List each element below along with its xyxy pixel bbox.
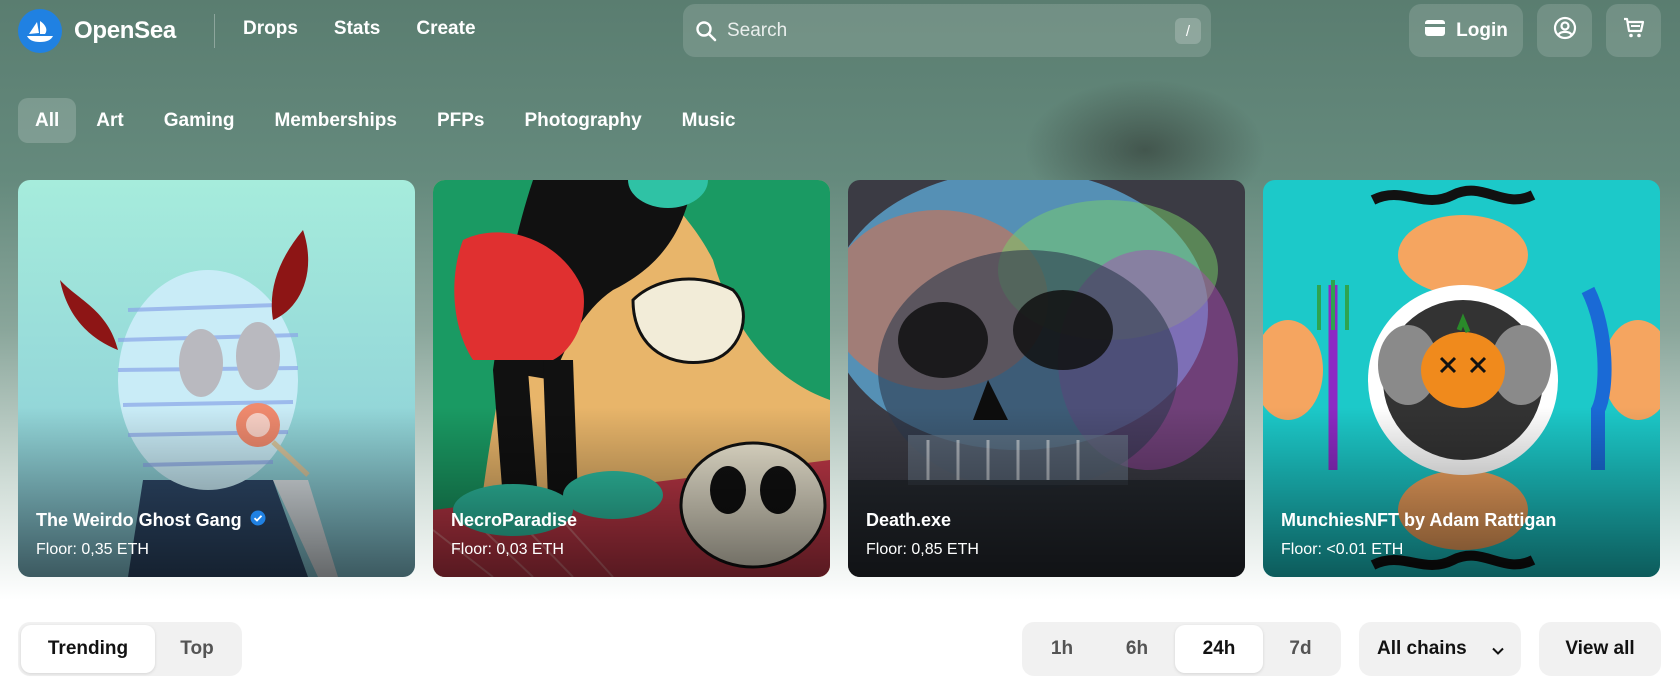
time-range-1h[interactable]: 1h bbox=[1025, 625, 1099, 673]
category-pfps[interactable]: PFPs bbox=[417, 98, 505, 143]
chevron-down-icon bbox=[1491, 642, 1505, 664]
category-gaming[interactable]: Gaming bbox=[144, 98, 255, 143]
floor-price: Floor: 0,85 ETH bbox=[866, 541, 979, 558]
account-button[interactable] bbox=[1537, 4, 1592, 57]
search-icon bbox=[695, 20, 717, 47]
nav-create[interactable]: Create bbox=[416, 18, 475, 40]
category-art[interactable]: Art bbox=[76, 98, 143, 143]
category-tabs: All Art Gaming Memberships PFPs Photogra… bbox=[18, 98, 756, 143]
category-memberships[interactable]: Memberships bbox=[254, 98, 416, 143]
cart-button[interactable] bbox=[1606, 4, 1661, 57]
time-range-6h[interactable]: 6h bbox=[1099, 625, 1175, 673]
time-range-24h[interactable]: 24h bbox=[1175, 625, 1263, 673]
chain-select[interactable]: All chains bbox=[1359, 622, 1521, 676]
login-label: Login bbox=[1456, 19, 1508, 41]
wallet-icon bbox=[1424, 19, 1446, 43]
login-button[interactable]: Login bbox=[1409, 4, 1523, 57]
search-input[interactable] bbox=[727, 4, 1147, 57]
header-divider bbox=[214, 14, 215, 48]
featured-card[interactable]: NecroParadise Floor: 0,03 ETH bbox=[433, 180, 830, 577]
chain-select-value: All chains bbox=[1377, 638, 1467, 659]
collection-name: The Weirdo Ghost Gang bbox=[36, 510, 242, 530]
tab-trending[interactable]: Trending bbox=[21, 625, 155, 673]
featured-card[interactable]: MunchiesNFT by Adam Rattigan Floor: <0.0… bbox=[1263, 180, 1660, 577]
time-range-tabs: 1h 6h 24h 7d bbox=[1022, 622, 1341, 676]
card-title: NecroParadise bbox=[451, 510, 577, 531]
cart-icon bbox=[1622, 16, 1646, 45]
main-nav: Drops Stats Create bbox=[243, 18, 476, 40]
floor-price: Floor: <0.01 ETH bbox=[1281, 541, 1404, 558]
collection-name: NecroParadise bbox=[451, 510, 578, 530]
top-header: OpenSea Drops Stats Create / Login bbox=[0, 0, 1680, 62]
account-icon bbox=[1553, 16, 1577, 45]
view-all-button[interactable]: View all bbox=[1539, 622, 1661, 676]
verified-icon bbox=[250, 510, 266, 531]
card-title: The Weirdo Ghost Gang bbox=[36, 510, 266, 531]
nav-stats[interactable]: Stats bbox=[334, 18, 380, 40]
nav-drops[interactable]: Drops bbox=[243, 18, 298, 40]
collection-name: Death.exe bbox=[866, 510, 952, 530]
brand-name: OpenSea bbox=[74, 17, 176, 44]
time-range-7d[interactable]: 7d bbox=[1263, 625, 1338, 673]
opensea-logo-icon bbox=[18, 9, 62, 53]
floor-price: Floor: 0,35 ETH bbox=[36, 541, 149, 558]
floor-price: Floor: 0,03 ETH bbox=[451, 541, 564, 558]
category-photography[interactable]: Photography bbox=[504, 98, 661, 143]
card-title: MunchiesNFT by Adam Rattigan bbox=[1281, 510, 1556, 531]
card-title: Death.exe bbox=[866, 510, 951, 531]
category-music[interactable]: Music bbox=[662, 98, 756, 143]
featured-card[interactable]: The Weirdo Ghost Gang Floor: 0,35 ETH bbox=[18, 180, 415, 577]
search-shortcut-badge: / bbox=[1175, 18, 1201, 44]
collection-name: MunchiesNFT by Adam Rattigan bbox=[1281, 510, 1557, 530]
category-all[interactable]: All bbox=[18, 98, 77, 143]
search-bar[interactable]: / bbox=[683, 4, 1211, 57]
tab-top[interactable]: Top bbox=[155, 625, 239, 673]
ranking-tabs: Trending Top bbox=[18, 622, 242, 676]
featured-card[interactable]: Death.exe Floor: 0,85 ETH bbox=[848, 180, 1245, 577]
opensea-logo[interactable]: OpenSea bbox=[18, 9, 176, 53]
